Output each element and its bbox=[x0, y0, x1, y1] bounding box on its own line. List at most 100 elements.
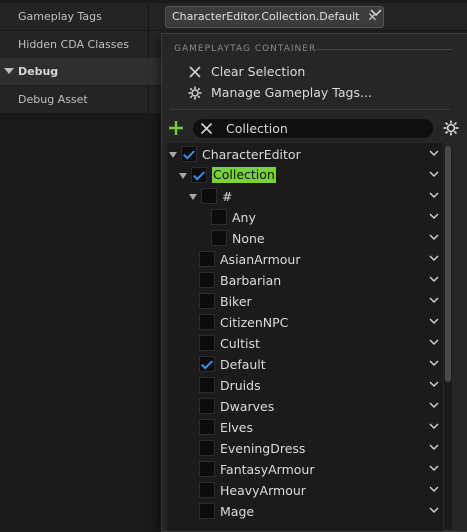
chevron-down-icon[interactable] bbox=[429, 192, 439, 200]
property-label: Hidden CDA Classes bbox=[18, 38, 129, 51]
tag-label: Mage bbox=[220, 504, 255, 519]
tag-label: Default bbox=[220, 357, 266, 372]
tag-tree: CharacterEditor Collection # Any None AsianAr… bbox=[167, 143, 443, 531]
chevron-down-icon[interactable] bbox=[429, 213, 439, 221]
chevron-down-icon[interactable] bbox=[429, 150, 439, 158]
settings-gear-icon[interactable] bbox=[443, 120, 459, 136]
tree-row[interactable]: Cultist bbox=[167, 333, 443, 354]
tag-checkbox[interactable] bbox=[199, 335, 215, 351]
tag-checkbox[interactable] bbox=[181, 146, 197, 162]
tag-checkbox[interactable] bbox=[201, 188, 217, 204]
tag-checkbox[interactable] bbox=[199, 356, 215, 372]
tree-row[interactable]: FantasyArmour bbox=[167, 459, 443, 480]
search-input[interactable]: Collection bbox=[226, 119, 288, 138]
tag-label: None bbox=[232, 231, 265, 246]
column-splitter[interactable] bbox=[148, 3, 149, 30]
tag-label: HeavyArmour bbox=[220, 483, 306, 498]
expand-arrow-icon[interactable] bbox=[179, 173, 187, 179]
tree-row[interactable]: Elves bbox=[167, 417, 443, 438]
tag-checkbox[interactable] bbox=[199, 398, 215, 414]
tag-label: Collection bbox=[212, 167, 276, 183]
clear-icon bbox=[189, 66, 201, 78]
tag-label: FantasyArmour bbox=[220, 462, 315, 477]
tag-label: Elves bbox=[220, 420, 253, 435]
menu-separator bbox=[170, 109, 450, 110]
chevron-down-icon[interactable] bbox=[429, 276, 439, 284]
category-label: Debug bbox=[18, 65, 59, 78]
tag-checkbox[interactable] bbox=[211, 209, 227, 225]
chevron-down-icon[interactable] bbox=[429, 444, 439, 452]
tag-checkbox[interactable] bbox=[199, 272, 215, 288]
tag-label: CharacterEditor bbox=[202, 147, 301, 162]
tag-chip[interactable]: CharacterEditor.Collection.Default ✕ bbox=[165, 6, 385, 28]
tag-label: Any bbox=[232, 210, 256, 225]
add-tag-button[interactable] bbox=[168, 120, 184, 136]
tag-chip-label: CharacterEditor.Collection.Default bbox=[172, 10, 360, 23]
tree-row[interactable]: EveningDress bbox=[167, 438, 443, 459]
tag-label: Biker bbox=[220, 294, 252, 309]
chevron-down-icon[interactable] bbox=[429, 423, 439, 431]
tree-row[interactable]: HeavyArmour bbox=[167, 480, 443, 501]
chevron-down-icon[interactable] bbox=[429, 507, 439, 515]
tag-checkbox[interactable] bbox=[199, 419, 215, 435]
search-box[interactable]: Collection bbox=[193, 119, 433, 138]
tag-checkbox[interactable] bbox=[191, 167, 207, 183]
chevron-down-icon[interactable] bbox=[370, 9, 382, 17]
tag-checkbox[interactable] bbox=[211, 230, 227, 246]
chevron-down-icon[interactable] bbox=[429, 234, 439, 242]
tag-checkbox[interactable] bbox=[199, 314, 215, 330]
property-label: Gameplay Tags bbox=[18, 10, 102, 23]
chevron-down-icon[interactable] bbox=[429, 402, 439, 410]
tag-checkbox[interactable] bbox=[199, 503, 215, 519]
tree-row[interactable]: Collection bbox=[167, 165, 443, 186]
expand-arrow-icon[interactable] bbox=[4, 68, 14, 74]
chevron-down-icon[interactable] bbox=[429, 339, 439, 347]
expand-arrow-icon[interactable] bbox=[169, 152, 177, 158]
tree-row[interactable]: Default bbox=[167, 354, 443, 375]
tag-checkbox[interactable] bbox=[199, 251, 215, 267]
gear-icon bbox=[188, 86, 202, 100]
column-splitter[interactable] bbox=[148, 31, 149, 58]
clear-selection-menu-item[interactable]: Clear Selection bbox=[211, 62, 305, 82]
scrollbar-thumb[interactable] bbox=[445, 146, 451, 382]
tree-row[interactable]: Dwarves bbox=[167, 396, 443, 417]
clear-search-icon[interactable] bbox=[200, 122, 213, 135]
tree-row[interactable]: AsianArmour bbox=[167, 249, 443, 270]
tag-label: Barbarian bbox=[220, 273, 282, 288]
tag-label: Cultist bbox=[220, 336, 260, 351]
chevron-down-icon[interactable] bbox=[429, 318, 439, 326]
property-label: Debug Asset bbox=[18, 93, 88, 106]
section-title: GAMEPLAYTAG CONTAINER bbox=[174, 44, 317, 54]
tree-row[interactable]: Barbarian bbox=[167, 270, 443, 291]
tree-row[interactable]: None bbox=[167, 228, 443, 249]
tag-label: # bbox=[222, 189, 233, 204]
tag-checkbox[interactable] bbox=[199, 482, 215, 498]
chevron-down-icon[interactable] bbox=[429, 465, 439, 473]
chevron-down-icon[interactable] bbox=[429, 255, 439, 263]
tag-label: CitizenNPC bbox=[220, 315, 289, 330]
column-splitter[interactable] bbox=[148, 86, 149, 113]
chevron-down-icon[interactable] bbox=[429, 171, 439, 179]
tag-label: AsianArmour bbox=[220, 252, 301, 267]
tree-row[interactable]: Mage bbox=[167, 501, 443, 522]
tag-checkbox[interactable] bbox=[199, 440, 215, 456]
chevron-down-icon[interactable] bbox=[429, 486, 439, 494]
tag-checkbox[interactable] bbox=[199, 377, 215, 393]
chevron-down-icon[interactable] bbox=[429, 297, 439, 305]
expand-arrow-icon[interactable] bbox=[189, 194, 197, 200]
tree-row[interactable]: Any bbox=[167, 207, 443, 228]
chevron-down-icon[interactable] bbox=[429, 381, 439, 389]
tree-scrollbar[interactable] bbox=[444, 146, 452, 529]
tree-row[interactable]: CharacterEditor bbox=[167, 144, 443, 165]
tree-row[interactable]: # bbox=[167, 186, 443, 207]
section-divider bbox=[312, 49, 452, 50]
tag-label: Dwarves bbox=[220, 399, 275, 414]
tree-row[interactable]: Druids bbox=[167, 375, 443, 396]
gameplay-tag-popup: GAMEPLAYTAG CONTAINER Clear Selection Ma… bbox=[161, 33, 467, 532]
tree-row[interactable]: CitizenNPC bbox=[167, 312, 443, 333]
tag-checkbox[interactable] bbox=[199, 461, 215, 477]
tree-row[interactable]: Biker bbox=[167, 291, 443, 312]
manage-gameplay-tags-menu-item[interactable]: Manage Gameplay Tags... bbox=[211, 83, 372, 103]
chevron-down-icon[interactable] bbox=[429, 360, 439, 368]
tag-checkbox[interactable] bbox=[199, 293, 215, 309]
